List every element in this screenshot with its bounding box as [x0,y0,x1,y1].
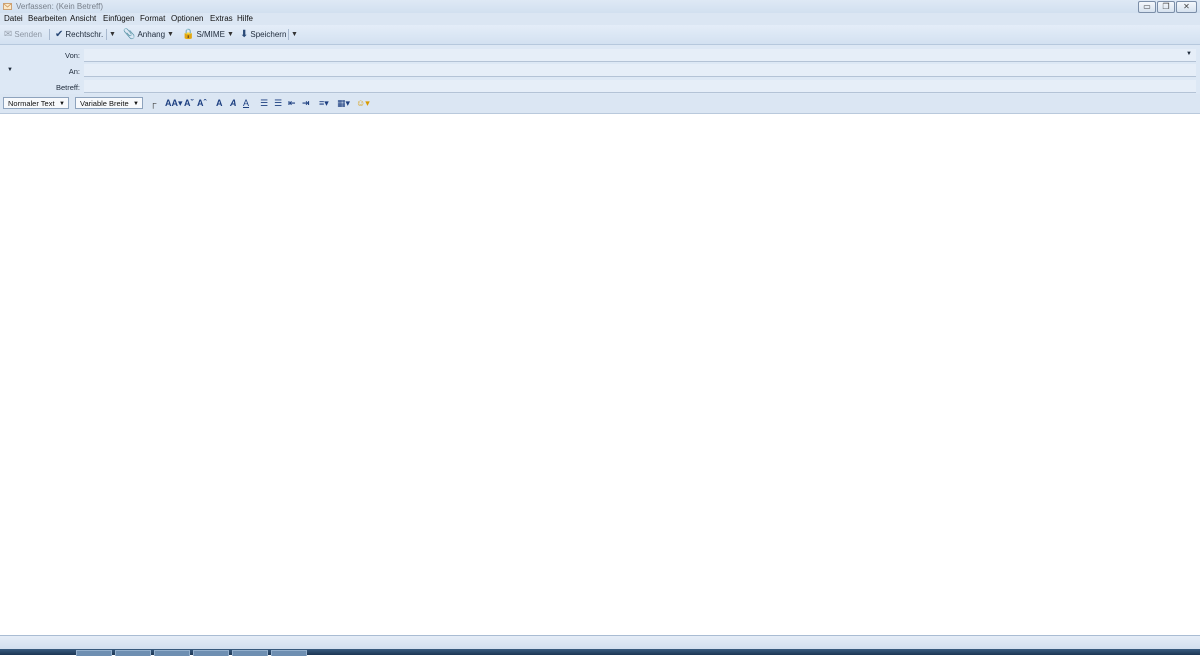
toolbar-separator [49,29,50,40]
paperclip-icon: 📎 [123,28,136,40]
toolbar-separator [106,29,107,40]
download-arrow-icon: ⬇ [240,28,249,40]
to-input[interactable] [84,64,1196,77]
taskbar-button[interactable] [115,650,151,656]
send-button[interactable]: ✉ Senden [4,28,42,41]
smime-button[interactable]: 🔒 S/MIME [182,28,225,41]
menu-optionen[interactable]: Optionen [171,14,203,23]
emoticon-icon[interactable]: ☺▾ [356,97,370,110]
title-bar: Verfassen: (Kein Betreff) ▭ ❐ ✕ [0,0,1200,13]
from-label: Von: [64,51,80,60]
toolbar-separator [288,29,289,40]
insert-icon[interactable]: ▦▾ [337,97,350,110]
status-bar [0,635,1200,650]
font-size-icon[interactable]: AA▾ [165,97,183,110]
font-value: Variable Breite [80,99,129,108]
underline-icon[interactable]: A [243,97,249,110]
close-icon: ✕ [1183,2,1190,11]
chevron-down-icon: ▼ [133,101,139,107]
taskbar-button[interactable] [232,650,268,656]
chevron-down-icon: ▼ [291,31,298,38]
outdent-icon[interactable]: ⇤ [288,97,296,110]
numbered-list-icon[interactable]: ☰ [274,97,282,110]
minimize-button[interactable]: ▭ [1138,1,1156,13]
paragraph-style-value: Normaler Text [8,99,55,108]
spelling-label: Rechtschr. [65,30,104,39]
minimize-icon: ▭ [1143,2,1151,11]
chevron-down-icon: ▼ [1186,51,1192,57]
address-header: Von: ▼ ▼ An: Betreff: [0,45,1200,94]
smaller-font-icon[interactable]: Aˇ [184,97,194,110]
italic-icon[interactable]: A [230,97,237,110]
smime-label: S/MIME [196,30,225,39]
save-dropdown[interactable]: ▼ [291,28,298,41]
compose-toolbar: ✉ Senden ✔ Rechtschr. ▼ 📎 Anhang ▼ 🔒 S/MIME … [0,25,1200,45]
smime-dropdown[interactable]: ▼ [227,28,234,41]
lock-icon: 🔒 [182,28,195,40]
compose-app-icon [3,3,12,10]
menu-extras[interactable]: Extras [210,14,233,23]
send-icon: ✉ [4,28,13,40]
font-select[interactable]: Variable Breite ▼ [75,97,143,109]
chevron-down-icon: ▼ [227,31,234,38]
larger-font-icon[interactable]: Aˆ [197,97,207,110]
checkmark-icon: ✔ [55,28,64,40]
spelling-button[interactable]: ✔ Rechtschr. [55,28,103,41]
save-button[interactable]: ⬇ Speichern [240,28,286,41]
os-taskbar [0,649,1200,656]
taskbar-button[interactable] [271,650,307,656]
restore-icon: ❐ [1162,2,1170,11]
chevron-down-icon: ▼ [59,101,65,107]
menu-format[interactable]: Format [140,14,165,23]
format-toolbar: Normaler Text ▼ Variable Breite ▼ ┌ AA▾ … [0,94,1200,114]
taskbar-button[interactable] [76,650,112,656]
from-select[interactable]: ▼ [84,49,1196,62]
send-label: Senden [14,30,42,39]
spelling-dropdown[interactable]: ▼ [109,28,116,41]
text-color-icon[interactable]: ┌ [150,97,156,110]
to-label: An: [68,67,80,76]
subject-input[interactable] [84,80,1196,93]
taskbar-button[interactable] [193,650,229,656]
menu-hilfe[interactable]: Hilfe [237,14,253,23]
indent-icon[interactable]: ⇥ [302,97,310,110]
bold-icon[interactable]: A [216,97,223,110]
chevron-down-icon: ▼ [167,31,174,38]
close-button[interactable]: ✕ [1176,1,1197,13]
paragraph-style-select[interactable]: Normaler Text ▼ [3,97,69,109]
attach-dropdown[interactable]: ▼ [167,28,174,41]
attach-label: Anhang [137,30,166,39]
menu-bar: Datei Bearbeiten Ansicht Einfügen Format… [0,13,1200,25]
message-body-editor[interactable] [0,114,1200,635]
taskbar-button[interactable] [154,650,190,656]
save-label: Speichern [250,30,287,39]
menu-bearbeiten[interactable]: Bearbeiten [28,14,67,23]
bullet-list-icon[interactable]: ☰ [260,97,268,110]
menu-ansicht[interactable]: Ansicht [70,14,96,23]
menu-datei[interactable]: Datei [4,14,23,23]
attach-button[interactable]: 📎 Anhang [123,28,165,41]
restore-button[interactable]: ❐ [1157,1,1175,13]
subject-label: Betreff: [55,83,80,92]
align-icon[interactable]: ≡▾ [319,97,329,110]
window-title: Verfassen: (Kein Betreff) [16,2,104,11]
chevron-down-icon: ▼ [109,31,116,38]
menu-einfuegen[interactable]: Einfügen [103,14,135,23]
